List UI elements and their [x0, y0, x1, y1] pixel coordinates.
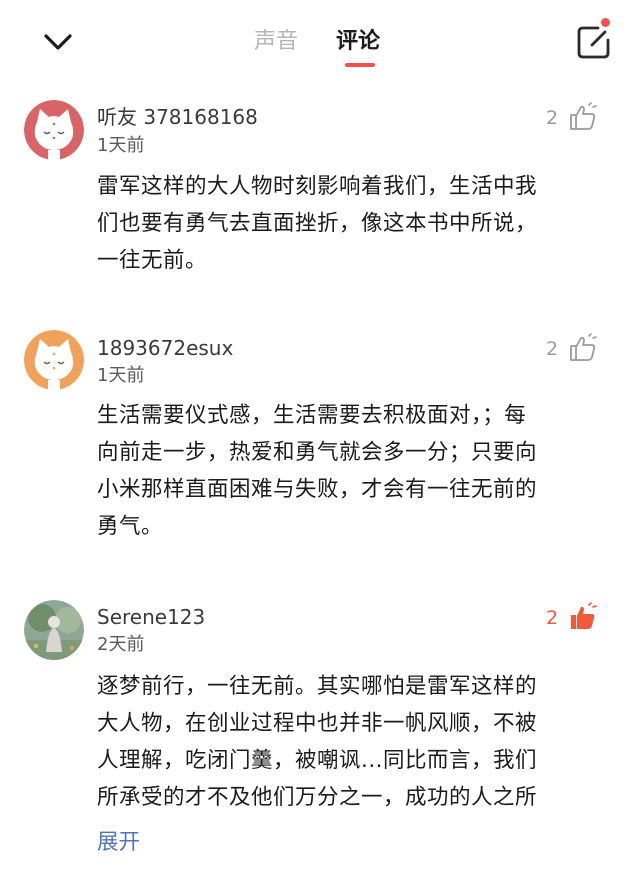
active-tab-indicator [345, 63, 375, 67]
header: 声音 评论 [0, 0, 640, 80]
comment-line: 生活需要仪式感，生活需要去积极面对，；每 [97, 403, 527, 428]
back-button[interactable] [30, 22, 86, 62]
user-avatar[interactable] [24, 330, 84, 390]
comment-text: 生活需要仪式感，生活需要去积极面对，；每 向前走一步，热爱和勇气就会多一分；只要… [97, 397, 612, 545]
tab-comments[interactable]: 评论 [336, 26, 380, 58]
like-count: 2 [546, 107, 559, 129]
comment-line: 小米那样直面困难与失败，才会有一往无前的 [97, 477, 538, 502]
comment-line: 勇气。 [97, 514, 164, 539]
edit-icon [577, 26, 610, 59]
comment-text: 逐梦前行，一往无前。其实哪怕是雷军这样的 大人物，在创业过程中也并非一帆风顺，不… [97, 668, 612, 816]
comment-line: 人理解，吃闭门羹，被嘲讽...同比而言，我们 [97, 748, 538, 773]
chevron-down-icon [44, 34, 72, 50]
timestamp: 1天前 [97, 135, 145, 156]
comments-screen: 声音 评论 听友 378168168 1天前 2 雷军这样的大人物时刻影响着我们… [0, 0, 640, 880]
timestamp: 2天前 [97, 634, 145, 655]
comment-line: 雷军这样的大人物时刻影响着我们，生活中我 [97, 174, 538, 199]
thumbs-up-filled-icon [571, 602, 597, 629]
thumbs-up-outline-icon [570, 102, 597, 130]
comment-line: 向前走一步，热爱和勇气就会多一分；只要向 [97, 440, 538, 465]
white-cat-avatar-icon [24, 100, 84, 160]
like-count: 2 [546, 338, 559, 360]
expand-link[interactable]: 展开 [97, 828, 140, 858]
comment-line: 大人物，在创业过程中也并非一帆风顺，不被 [97, 711, 538, 736]
comment-line: 所承受的才不及他们万分之一，成功的人之所 [97, 785, 538, 810]
write-comment-button[interactable] [574, 20, 616, 60]
username[interactable]: 1893672esux [97, 335, 233, 361]
white-cat-avatar-icon [24, 330, 84, 390]
user-avatar[interactable] [24, 600, 84, 660]
like-count: 2 [546, 607, 559, 629]
comment-line: 一往无前。 [97, 248, 208, 273]
username[interactable]: Serene123 [97, 604, 205, 630]
thumbs-up-outline-icon [570, 333, 597, 361]
user-avatar[interactable] [24, 100, 84, 160]
photo-avatar-icon [24, 600, 84, 660]
timestamp: 1天前 [97, 365, 145, 386]
comment-text: 雷军这样的大人物时刻影响着我们，生活中我 们也要有勇气去直面挫折，像这本书中所说… [97, 168, 612, 279]
comment-line: 逐梦前行，一往无前。其实哪怕是雷军这样的 [97, 674, 538, 699]
notification-dot [601, 18, 610, 27]
tab-sound[interactable]: 声音 [254, 26, 298, 58]
username[interactable]: 听友 378168168 [97, 104, 258, 130]
comment-line: 们也要有勇气去直面挫折，像这本书中所说， [97, 211, 538, 236]
